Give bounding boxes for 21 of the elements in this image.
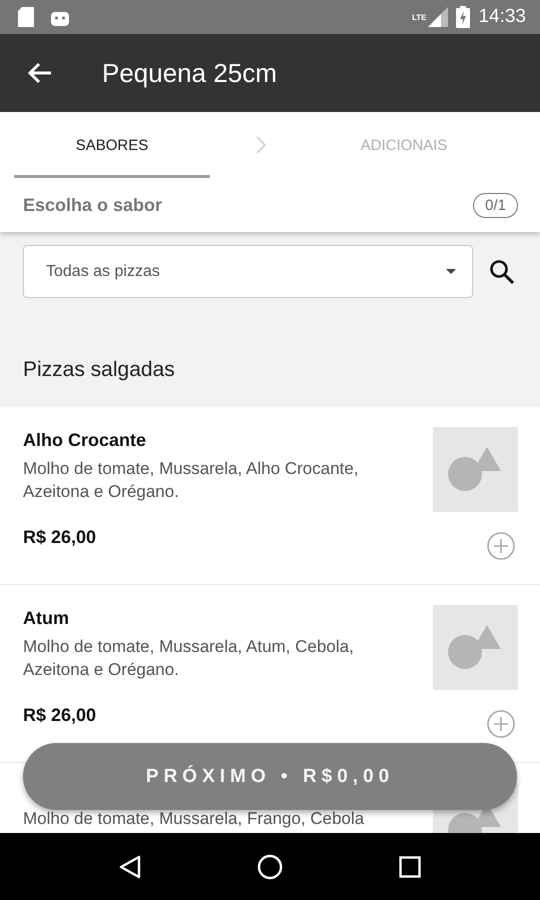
caret-icon [446, 269, 456, 274]
section-title: Pizzas salgadas [22, 357, 176, 383]
pizza-description: Molho de tomate, Mussarela, Alho Crocante, Azeitona e Orégano. [23, 458, 360, 503]
chevron-right-icon [256, 136, 266, 154]
sd-card-icon [18, 7, 34, 27]
screen-title: Pequena 25cm [102, 58, 277, 88]
pizza-price: R$ 26,00 [23, 527, 98, 548]
pizza-name: Alho Crocante [23, 430, 148, 451]
pizza-price: R$ 26,00 [23, 705, 98, 726]
choose-flavor-label: Escolha o sabor [23, 194, 162, 216]
network-type: LTE [412, 13, 426, 22]
pizza-description: Molho de tomate, Mussarela, Atum, Cebola, Azeitona e Orégano. [23, 636, 355, 681]
clock-time: 14:33 [478, 6, 526, 28]
pizza-name: Atum [23, 608, 70, 629]
battery-icon [456, 6, 470, 28]
image-placeholder-icon [433, 427, 518, 512]
pizza-description: Molho de tomate, Mussarela, Frango, Cebola [23, 809, 366, 829]
image-placeholder-icon [433, 605, 518, 690]
signal-icon [428, 7, 448, 27]
selection-counter: 0/1 [473, 192, 518, 218]
category-dropdown[interactable]: Todas as pizzas [23, 245, 473, 298]
